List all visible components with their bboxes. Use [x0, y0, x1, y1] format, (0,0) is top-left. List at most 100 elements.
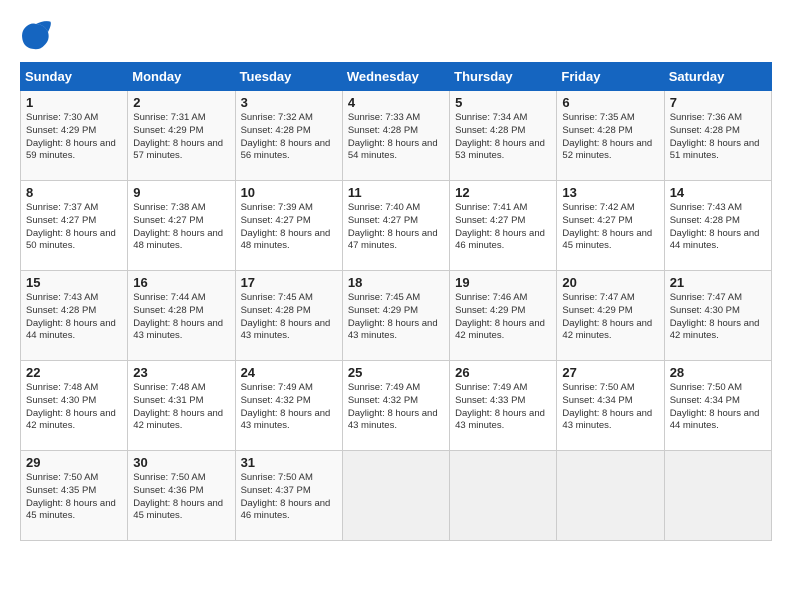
day-info: Sunrise: 7:45 AM Sunset: 4:29 PM Dayligh…	[348, 292, 444, 343]
day-number: 19	[455, 275, 551, 290]
day-info: Sunrise: 7:49 AM Sunset: 4:32 PM Dayligh…	[348, 382, 444, 433]
day-number: 6	[562, 95, 658, 110]
day-number: 29	[26, 455, 122, 470]
calendar-day-cell: 12 Sunrise: 7:41 AM Sunset: 4:27 PM Dayl…	[450, 181, 557, 271]
logo-icon	[20, 20, 52, 52]
day-number: 17	[241, 275, 337, 290]
day-number: 1	[26, 95, 122, 110]
day-info: Sunrise: 7:49 AM Sunset: 4:32 PM Dayligh…	[241, 382, 337, 433]
calendar-day-cell: 6 Sunrise: 7:35 AM Sunset: 4:28 PM Dayli…	[557, 91, 664, 181]
calendar-day-cell: 24 Sunrise: 7:49 AM Sunset: 4:32 PM Dayl…	[235, 361, 342, 451]
day-number: 2	[133, 95, 229, 110]
calendar-day-cell	[664, 451, 771, 541]
day-number: 30	[133, 455, 229, 470]
calendar-day-cell: 29 Sunrise: 7:50 AM Sunset: 4:35 PM Dayl…	[21, 451, 128, 541]
day-info: Sunrise: 7:50 AM Sunset: 4:34 PM Dayligh…	[562, 382, 658, 433]
weekday-header: Wednesday	[342, 63, 449, 91]
calendar-day-cell	[450, 451, 557, 541]
calendar-day-cell: 30 Sunrise: 7:50 AM Sunset: 4:36 PM Dayl…	[128, 451, 235, 541]
calendar-day-cell: 11 Sunrise: 7:40 AM Sunset: 4:27 PM Dayl…	[342, 181, 449, 271]
day-info: Sunrise: 7:49 AM Sunset: 4:33 PM Dayligh…	[455, 382, 551, 433]
calendar-day-cell: 26 Sunrise: 7:49 AM Sunset: 4:33 PM Dayl…	[450, 361, 557, 451]
day-number: 18	[348, 275, 444, 290]
calendar-day-cell: 19 Sunrise: 7:46 AM Sunset: 4:29 PM Dayl…	[450, 271, 557, 361]
day-info: Sunrise: 7:33 AM Sunset: 4:28 PM Dayligh…	[348, 112, 444, 163]
day-info: Sunrise: 7:39 AM Sunset: 4:27 PM Dayligh…	[241, 202, 337, 253]
calendar-day-cell: 7 Sunrise: 7:36 AM Sunset: 4:28 PM Dayli…	[664, 91, 771, 181]
day-number: 27	[562, 365, 658, 380]
day-number: 20	[562, 275, 658, 290]
day-info: Sunrise: 7:37 AM Sunset: 4:27 PM Dayligh…	[26, 202, 122, 253]
day-info: Sunrise: 7:46 AM Sunset: 4:29 PM Dayligh…	[455, 292, 551, 343]
day-number: 21	[670, 275, 766, 290]
day-info: Sunrise: 7:47 AM Sunset: 4:29 PM Dayligh…	[562, 292, 658, 343]
day-info: Sunrise: 7:50 AM Sunset: 4:35 PM Dayligh…	[26, 472, 122, 523]
calendar-day-cell: 23 Sunrise: 7:48 AM Sunset: 4:31 PM Dayl…	[128, 361, 235, 451]
weekday-header: Tuesday	[235, 63, 342, 91]
day-info: Sunrise: 7:32 AM Sunset: 4:28 PM Dayligh…	[241, 112, 337, 163]
day-info: Sunrise: 7:50 AM Sunset: 4:36 PM Dayligh…	[133, 472, 229, 523]
calendar-day-cell: 9 Sunrise: 7:38 AM Sunset: 4:27 PM Dayli…	[128, 181, 235, 271]
day-number: 26	[455, 365, 551, 380]
calendar-day-cell: 13 Sunrise: 7:42 AM Sunset: 4:27 PM Dayl…	[557, 181, 664, 271]
day-info: Sunrise: 7:30 AM Sunset: 4:29 PM Dayligh…	[26, 112, 122, 163]
day-number: 8	[26, 185, 122, 200]
calendar-day-cell: 18 Sunrise: 7:45 AM Sunset: 4:29 PM Dayl…	[342, 271, 449, 361]
day-number: 15	[26, 275, 122, 290]
day-info: Sunrise: 7:50 AM Sunset: 4:37 PM Dayligh…	[241, 472, 337, 523]
calendar-table: SundayMondayTuesdayWednesdayThursdayFrid…	[20, 62, 772, 541]
day-info: Sunrise: 7:48 AM Sunset: 4:31 PM Dayligh…	[133, 382, 229, 433]
day-number: 23	[133, 365, 229, 380]
weekday-header: Friday	[557, 63, 664, 91]
day-info: Sunrise: 7:41 AM Sunset: 4:27 PM Dayligh…	[455, 202, 551, 253]
day-number: 12	[455, 185, 551, 200]
calendar-week-row: 29 Sunrise: 7:50 AM Sunset: 4:35 PM Dayl…	[21, 451, 772, 541]
day-number: 14	[670, 185, 766, 200]
calendar-day-cell: 15 Sunrise: 7:43 AM Sunset: 4:28 PM Dayl…	[21, 271, 128, 361]
calendar-day-cell: 14 Sunrise: 7:43 AM Sunset: 4:28 PM Dayl…	[664, 181, 771, 271]
calendar-day-cell: 1 Sunrise: 7:30 AM Sunset: 4:29 PM Dayli…	[21, 91, 128, 181]
weekday-header: Thursday	[450, 63, 557, 91]
day-number: 11	[348, 185, 444, 200]
day-number: 25	[348, 365, 444, 380]
day-info: Sunrise: 7:50 AM Sunset: 4:34 PM Dayligh…	[670, 382, 766, 433]
calendar-header-row: SundayMondayTuesdayWednesdayThursdayFrid…	[21, 63, 772, 91]
calendar-day-cell: 27 Sunrise: 7:50 AM Sunset: 4:34 PM Dayl…	[557, 361, 664, 451]
day-number: 22	[26, 365, 122, 380]
day-info: Sunrise: 7:43 AM Sunset: 4:28 PM Dayligh…	[670, 202, 766, 253]
calendar-day-cell	[557, 451, 664, 541]
weekday-header: Sunday	[21, 63, 128, 91]
day-info: Sunrise: 7:45 AM Sunset: 4:28 PM Dayligh…	[241, 292, 337, 343]
calendar-day-cell: 28 Sunrise: 7:50 AM Sunset: 4:34 PM Dayl…	[664, 361, 771, 451]
calendar-day-cell	[342, 451, 449, 541]
calendar-day-cell: 10 Sunrise: 7:39 AM Sunset: 4:27 PM Dayl…	[235, 181, 342, 271]
day-info: Sunrise: 7:48 AM Sunset: 4:30 PM Dayligh…	[26, 382, 122, 433]
calendar-week-row: 22 Sunrise: 7:48 AM Sunset: 4:30 PM Dayl…	[21, 361, 772, 451]
calendar-day-cell: 3 Sunrise: 7:32 AM Sunset: 4:28 PM Dayli…	[235, 91, 342, 181]
day-info: Sunrise: 7:43 AM Sunset: 4:28 PM Dayligh…	[26, 292, 122, 343]
day-info: Sunrise: 7:38 AM Sunset: 4:27 PM Dayligh…	[133, 202, 229, 253]
calendar-day-cell: 2 Sunrise: 7:31 AM Sunset: 4:29 PM Dayli…	[128, 91, 235, 181]
day-info: Sunrise: 7:36 AM Sunset: 4:28 PM Dayligh…	[670, 112, 766, 163]
calendar-day-cell: 16 Sunrise: 7:44 AM Sunset: 4:28 PM Dayl…	[128, 271, 235, 361]
day-number: 16	[133, 275, 229, 290]
day-number: 31	[241, 455, 337, 470]
day-info: Sunrise: 7:44 AM Sunset: 4:28 PM Dayligh…	[133, 292, 229, 343]
weekday-header: Saturday	[664, 63, 771, 91]
calendar-week-row: 15 Sunrise: 7:43 AM Sunset: 4:28 PM Dayl…	[21, 271, 772, 361]
page-header	[20, 20, 772, 52]
calendar-day-cell: 5 Sunrise: 7:34 AM Sunset: 4:28 PM Dayli…	[450, 91, 557, 181]
day-info: Sunrise: 7:34 AM Sunset: 4:28 PM Dayligh…	[455, 112, 551, 163]
day-number: 9	[133, 185, 229, 200]
day-number: 13	[562, 185, 658, 200]
calendar-day-cell: 21 Sunrise: 7:47 AM Sunset: 4:30 PM Dayl…	[664, 271, 771, 361]
calendar-week-row: 8 Sunrise: 7:37 AM Sunset: 4:27 PM Dayli…	[21, 181, 772, 271]
day-number: 4	[348, 95, 444, 110]
day-number: 3	[241, 95, 337, 110]
day-number: 5	[455, 95, 551, 110]
calendar-day-cell: 17 Sunrise: 7:45 AM Sunset: 4:28 PM Dayl…	[235, 271, 342, 361]
calendar-day-cell: 8 Sunrise: 7:37 AM Sunset: 4:27 PM Dayli…	[21, 181, 128, 271]
day-number: 28	[670, 365, 766, 380]
calendar-week-row: 1 Sunrise: 7:30 AM Sunset: 4:29 PM Dayli…	[21, 91, 772, 181]
calendar-day-cell: 4 Sunrise: 7:33 AM Sunset: 4:28 PM Dayli…	[342, 91, 449, 181]
